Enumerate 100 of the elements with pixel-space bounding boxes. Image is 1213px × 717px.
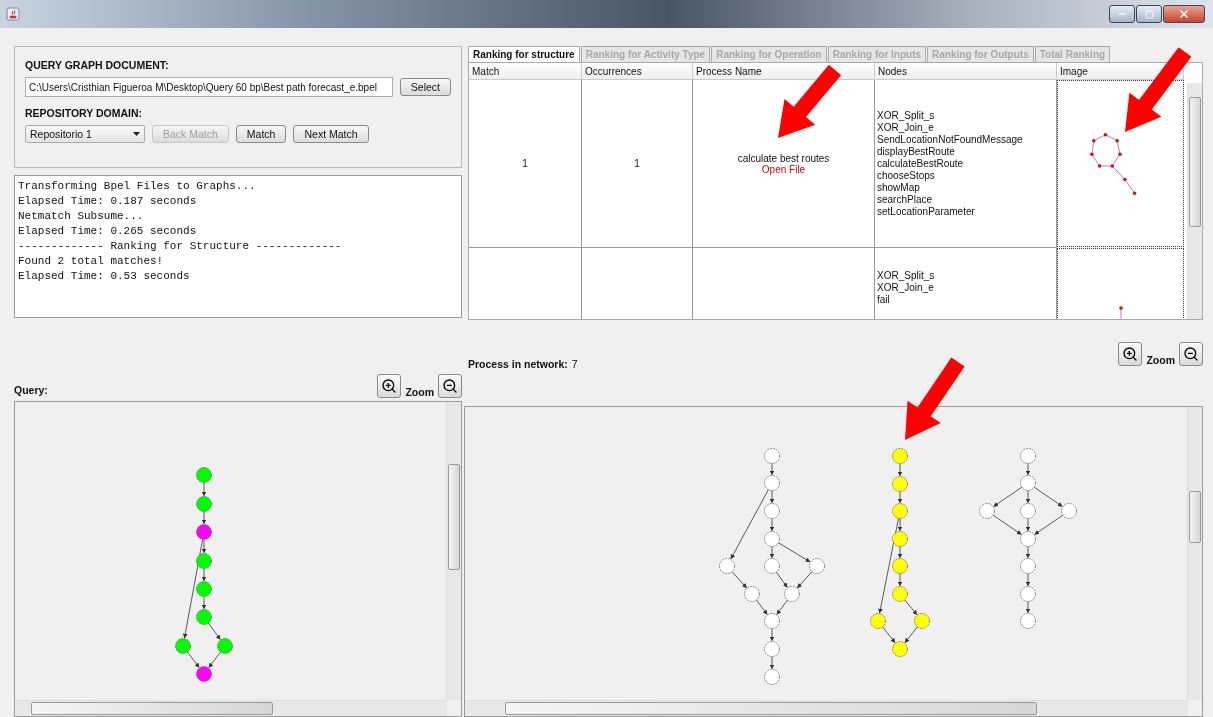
process-name: calculate best routes	[737, 152, 830, 164]
log-line: Transforming Bpel Files to Graphs...	[18, 179, 257, 194]
node-name: fail	[876, 294, 890, 306]
match-button[interactable]: Next Match	[293, 125, 369, 143]
graph-node[interactable]	[764, 613, 780, 629]
field-label: REPOSITORY DOMAIN:	[25, 107, 144, 119]
node-name: XOR_Join_e	[876, 121, 934, 134]
table-cell: 1	[522, 158, 528, 169]
node-name: searchPlace	[876, 193, 933, 206]
open-file-link[interactable]: Open File	[761, 163, 806, 175]
graph-node[interactable]	[870, 613, 886, 629]
graph-node[interactable]	[764, 641, 780, 657]
field-label: QUERY GRAPH DOCUMENT:	[25, 59, 170, 71]
vertical-scrollbar[interactable]	[1187, 83, 1202, 319]
graph-node[interactable]	[979, 503, 995, 519]
match-button[interactable]: Match	[235, 125, 287, 143]
graph-node[interactable]	[1020, 531, 1036, 547]
vertical-scrollbar[interactable]	[446, 402, 461, 700]
column-header[interactable]: Nodes	[875, 63, 1057, 80]
zoom-out-icon	[1183, 346, 1199, 362]
column-header[interactable]: Match	[469, 63, 582, 80]
dropdown-caret-icon	[133, 132, 140, 136]
graph-node[interactable]	[892, 476, 908, 492]
app-icon	[6, 7, 20, 21]
zoom-label: Zoom	[1146, 354, 1175, 366]
vertical-scrollbar[interactable]	[1187, 407, 1202, 700]
graph-node[interactable]	[217, 638, 233, 654]
graph-node[interactable]	[719, 558, 735, 574]
network-label: Process in network:	[468, 358, 568, 370]
zoom-in-button[interactable]	[1118, 342, 1143, 366]
column-header[interactable]: Process Name	[693, 63, 875, 80]
node-name: showMap	[876, 181, 920, 194]
maximize-button[interactable]	[1136, 5, 1162, 23]
graph-thumbnail-drawing	[1117, 305, 1124, 319]
close-icon	[1178, 8, 1190, 20]
graph-node[interactable]	[1020, 448, 1036, 464]
graph-node[interactable]	[892, 503, 908, 519]
node-name: XOR_Join_e	[876, 282, 934, 294]
zoom-label: Zoom	[405, 386, 434, 398]
table-cell: 1	[634, 158, 640, 169]
graph-node[interactable]	[196, 467, 212, 483]
graph-node[interactable]	[1020, 503, 1036, 519]
query-label: Query:	[14, 384, 48, 396]
maximize-icon	[1144, 9, 1154, 19]
log-line: Elapsed Time: 0.53 seconds	[18, 269, 191, 284]
zoom-out-button[interactable]	[438, 374, 462, 398]
horizontal-scrollbar[interactable]	[15, 700, 447, 716]
graph-node[interactable]	[764, 669, 780, 685]
node-name: SendLocationNotFoundMessage	[876, 133, 1023, 146]
log-line: Netmatch Subsume...	[18, 209, 145, 224]
graph-node[interactable]	[1020, 586, 1036, 602]
document-path-field[interactable]: C:\Users\Cristhian Figueroa M\Desktop\Query 60 bp\Best path forecast_e.bpel	[25, 77, 393, 97]
log-line: Elapsed Time: 0.265 seconds	[18, 224, 198, 239]
close-button[interactable]	[1163, 5, 1205, 23]
graph-node[interactable]	[764, 558, 780, 574]
ranking-tab[interactable]: Ranking for structure	[468, 46, 580, 62]
node-name: displayBestRoute	[876, 145, 955, 158]
log-line: Found 2 total matches!	[18, 254, 165, 269]
node-name: calculateBestRoute	[876, 157, 964, 170]
repository-dropdown[interactable]: Repositorio 1	[25, 125, 145, 143]
zoom-out-icon	[442, 378, 458, 394]
select-button[interactable]: Select	[399, 78, 451, 96]
graph-node[interactable]	[175, 638, 191, 654]
horizontal-scrollbar[interactable]	[465, 700, 1188, 716]
log-line: ------------- Ranking for Structure -------------	[18, 239, 343, 254]
graph-node[interactable]	[892, 641, 908, 657]
node-name: XOR_Split_s	[876, 109, 935, 122]
graph-node[interactable]	[809, 558, 825, 574]
zoom-in-icon	[1122, 346, 1139, 362]
zoom-in-icon	[381, 378, 398, 394]
network-count: 7	[571, 358, 578, 370]
log-line: Elapsed Time: 0.187 seconds	[18, 194, 198, 209]
graph-node[interactable]	[892, 558, 908, 574]
column-header[interactable]: Occurrences	[582, 63, 693, 80]
node-name: XOR_Split_s	[876, 270, 935, 282]
graph-node[interactable]	[196, 609, 212, 625]
graph-node[interactable]	[914, 613, 930, 629]
graph-node[interactable]	[1061, 503, 1077, 519]
zoom-out-button[interactable]	[1179, 342, 1203, 366]
graph-node[interactable]	[764, 475, 780, 491]
graph-node[interactable]	[764, 531, 780, 547]
minimize-button[interactable]	[1109, 5, 1135, 23]
graph-node[interactable]	[892, 531, 908, 547]
graph-node[interactable]	[1020, 613, 1036, 629]
graph-node[interactable]	[196, 496, 212, 512]
graph-node[interactable]	[892, 448, 908, 464]
node-name: chooseStops	[876, 169, 935, 182]
graph-node[interactable]	[892, 586, 908, 602]
graph-node[interactable]	[764, 448, 780, 464]
graph-node[interactable]	[764, 503, 780, 519]
graph-node[interactable]	[196, 581, 212, 597]
node-name: setLocationParameter	[876, 205, 975, 218]
graph-node[interactable]	[196, 524, 212, 540]
graph-node[interactable]	[196, 666, 212, 682]
graph-node[interactable]	[744, 586, 760, 602]
zoom-in-button[interactable]	[377, 374, 402, 398]
graph-node[interactable]	[196, 553, 212, 569]
graph-node[interactable]	[1020, 558, 1036, 574]
graph-node[interactable]	[1020, 475, 1036, 491]
graph-node[interactable]	[784, 586, 800, 602]
